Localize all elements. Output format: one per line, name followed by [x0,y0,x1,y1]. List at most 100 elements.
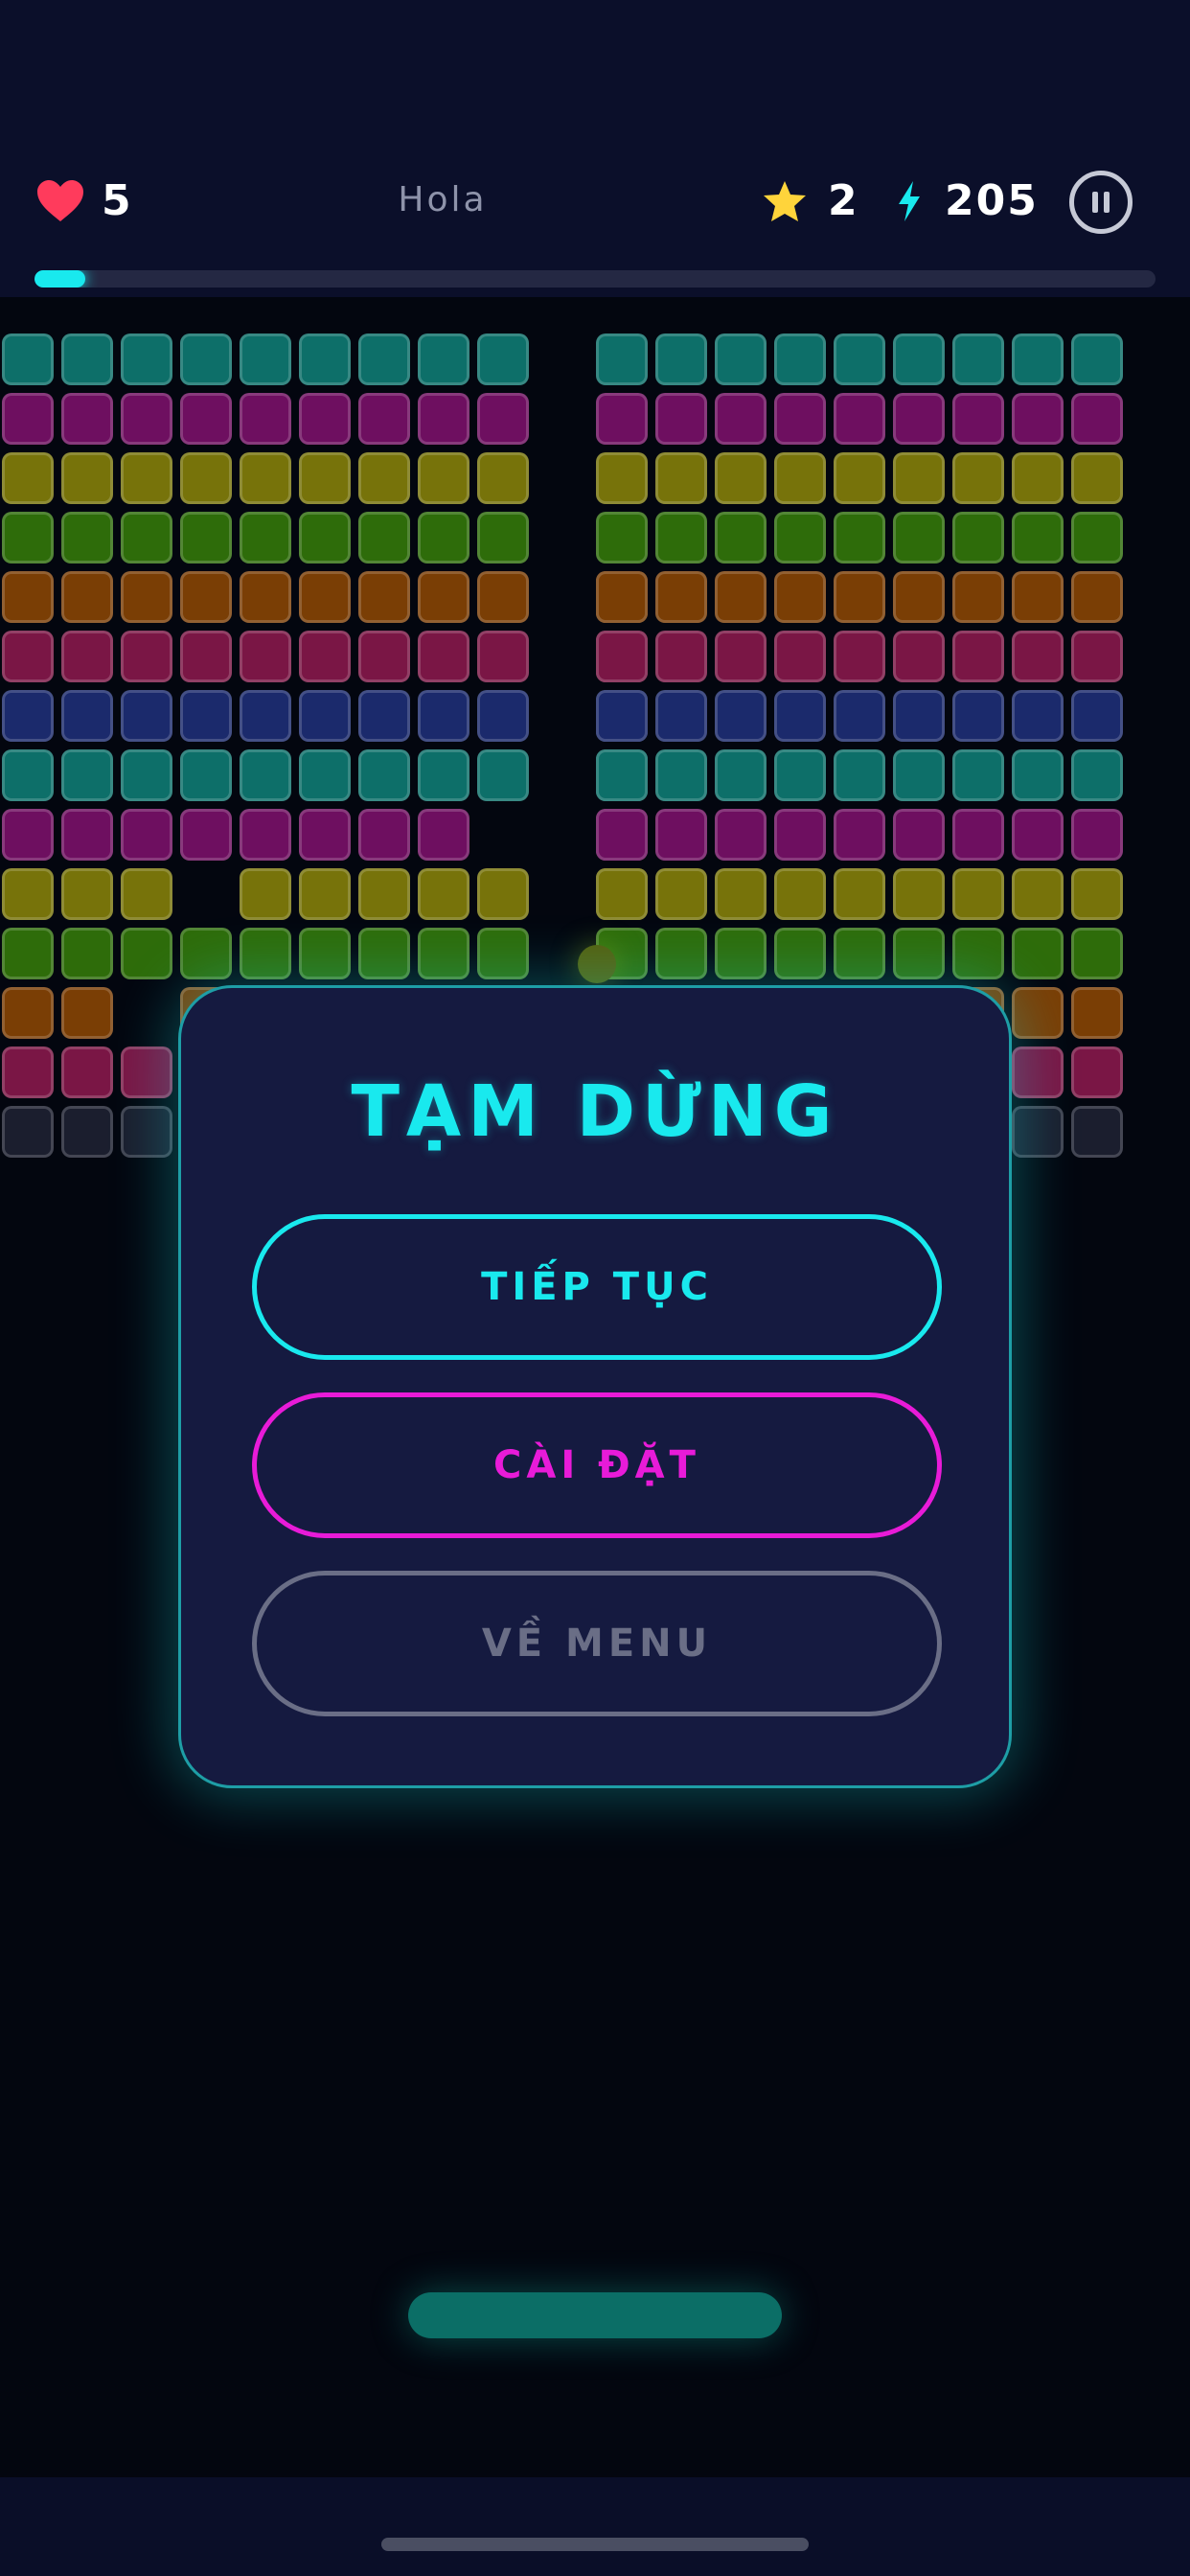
brick [834,690,885,742]
brick [893,928,945,979]
brick [61,987,113,1039]
brick [952,512,1004,564]
brick [299,809,351,861]
brick [299,868,351,920]
brick [358,928,410,979]
brick [893,868,945,920]
brick [655,452,707,504]
brick [418,631,469,682]
pause-button[interactable] [1069,171,1133,234]
brick [61,512,113,564]
brick [893,749,945,801]
brick [1071,1106,1123,1158]
brick [834,631,885,682]
brick [418,512,469,564]
brick [1012,1106,1064,1158]
brick [299,334,351,385]
brick [596,512,648,564]
brick [418,452,469,504]
brick [1012,1046,1064,1098]
pause-dialog: TẠM DỪNG TIẾP TỤC CÀI ĐẶT VỀ MENU [178,985,1012,1788]
brick [834,512,885,564]
stars-value: 2 [828,176,859,225]
brick [952,809,1004,861]
brick [893,334,945,385]
brick [774,393,826,445]
brick [61,749,113,801]
brick [2,452,54,504]
brick [596,334,648,385]
brick [655,631,707,682]
brick [418,571,469,623]
brick [2,631,54,682]
brick [180,690,232,742]
brick [240,690,291,742]
brick [61,809,113,861]
brick [952,393,1004,445]
brick [2,1106,54,1158]
brick [477,393,529,445]
brick [1012,987,1064,1039]
brick [774,868,826,920]
brick [655,809,707,861]
brick [774,631,826,682]
resume-button[interactable]: TIẾP TỤC [252,1214,942,1360]
brick [893,393,945,445]
brick [358,690,410,742]
brick [477,631,529,682]
brick [358,868,410,920]
brick [61,631,113,682]
main-menu-button[interactable]: VỀ MENU [252,1571,942,1716]
brick [418,809,469,861]
brick [596,868,648,920]
brick [596,631,648,682]
level-name: Hola [398,180,488,219]
settings-button[interactable]: CÀI ĐẶT [252,1392,942,1538]
brick [180,749,232,801]
brick [655,749,707,801]
brick [1071,690,1123,742]
brick [1071,868,1123,920]
brick [774,749,826,801]
brick [715,512,767,564]
brick [1012,749,1064,801]
brick [834,809,885,861]
paddle[interactable] [408,2292,782,2338]
brick [893,690,945,742]
brick [121,928,172,979]
brick [121,868,172,920]
brick [121,809,172,861]
brick [834,868,885,920]
brick [2,809,54,861]
brick [240,631,291,682]
brick [715,868,767,920]
brick [299,690,351,742]
brick [1071,571,1123,623]
energy-counter: 205 [895,176,1039,225]
brick [477,690,529,742]
brick [1012,393,1064,445]
brick [715,334,767,385]
brick [2,987,54,1039]
brick [240,571,291,623]
brick [299,571,351,623]
bolt-icon [899,180,920,221]
brick [121,334,172,385]
brick [61,1046,113,1098]
brick [596,690,648,742]
brick [655,334,707,385]
brick [715,690,767,742]
brick [834,571,885,623]
brick [655,512,707,564]
brick [774,512,826,564]
brick [774,571,826,623]
brick [418,690,469,742]
brick [1071,452,1123,504]
brick [1012,928,1064,979]
brick [358,452,410,504]
brick [61,571,113,623]
brick [1071,749,1123,801]
level-progress-fill [34,270,85,288]
pause-icon [1089,192,1112,213]
brick [477,512,529,564]
